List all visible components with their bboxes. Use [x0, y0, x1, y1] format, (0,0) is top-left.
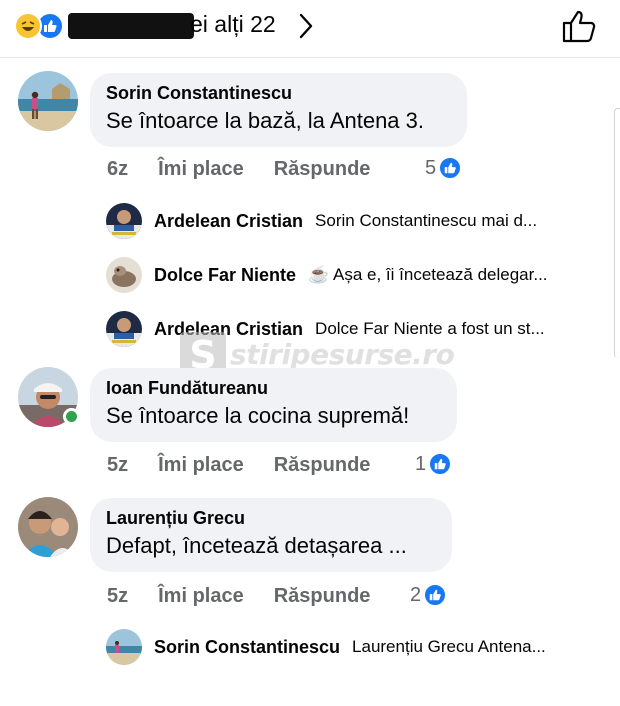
reply-preview[interactable]: Dolce Far Niente ☕ Așa e, îi încetează d… — [106, 255, 606, 295]
reaction-count[interactable]: 1 — [415, 452, 453, 476]
haha-icon — [14, 12, 42, 40]
comment-text: Se întoarce la cocina supremă! — [106, 403, 410, 428]
avatar[interactable] — [106, 629, 142, 665]
redacted-names — [68, 13, 194, 39]
like-button[interactable]: Îmi place — [158, 454, 244, 477]
reply-button[interactable]: Răspunde — [274, 158, 371, 181]
comment-bubble[interactable]: Sorin Constantinescu Se întoarce la bază… — [90, 73, 467, 147]
comment-bubble[interactable]: Ioan Fundătureanu Se întoarce la cocina … — [90, 368, 457, 442]
like-post-icon[interactable] — [560, 8, 600, 49]
reaction-icons — [14, 12, 64, 40]
reaction-count[interactable]: 5 — [425, 156, 463, 180]
avatar[interactable] — [106, 203, 142, 239]
reply-button[interactable]: Răspunde — [274, 454, 371, 477]
like-icon — [438, 156, 463, 180]
comment-actions: 5z Îmi place Răspunde — [107, 454, 400, 477]
comment-bubble[interactable]: Laurențiu Grecu Defapt, încetează detașa… — [90, 498, 452, 572]
reaction-count[interactable]: 2 — [410, 583, 448, 607]
reply-button[interactable]: Răspunde — [274, 585, 371, 608]
comment-author[interactable]: Ioan Fundătureanu — [106, 378, 441, 399]
like-button[interactable]: Îmi place — [158, 158, 244, 181]
like-button[interactable]: Îmi place — [158, 585, 244, 608]
reply-author[interactable]: Ardelean Cristian — [154, 211, 303, 232]
comment-text: Se întoarce la bază, la Antena 3. — [106, 108, 425, 133]
reply-author[interactable]: Sorin Constantinescu — [154, 637, 340, 658]
reply-author[interactable]: Dolce Far Niente — [154, 265, 296, 286]
reply-text: Laurențiu Grecu Antena... — [352, 637, 546, 656]
comment-text: Defapt, încetează detașarea ... — [106, 533, 407, 558]
avatar[interactable] — [18, 497, 78, 557]
avatar[interactable] — [106, 311, 142, 347]
scrollbar[interactable] — [614, 108, 620, 358]
reactions-bar[interactable]: ei alți 22 — [0, 0, 620, 58]
online-status-dot — [63, 408, 80, 425]
reaction-count-number: 2 — [410, 583, 422, 606]
watermark-text: stiripesurse.ro — [230, 338, 455, 371]
comment-time[interactable]: 6z — [107, 158, 128, 181]
reply-preview[interactable]: Sorin Constantinescu Laurențiu Grecu Ant… — [106, 627, 606, 667]
comment-time[interactable]: 5z — [107, 585, 128, 608]
chevron-right-icon[interactable] — [296, 12, 316, 45]
reply-text: ☕ Așa e, îi încetează delegar... — [308, 265, 548, 284]
comment-actions: 5z Îmi place Răspunde — [107, 585, 400, 608]
avatar[interactable] — [18, 71, 78, 131]
like-icon — [428, 452, 453, 476]
others-count-text[interactable]: ei alți 22 — [190, 11, 276, 38]
reaction-count-number: 1 — [415, 452, 427, 475]
comment-time[interactable]: 5z — [107, 454, 128, 477]
reaction-count-number: 5 — [425, 156, 437, 179]
avatar[interactable] — [106, 257, 142, 293]
comment-actions: 6z Îmi place Răspunde — [107, 158, 400, 181]
reply-text: Sorin Constantinescu mai d... — [315, 211, 538, 230]
reply-preview[interactable]: Ardelean Cristian Sorin Constantinescu m… — [106, 201, 606, 241]
like-icon — [423, 583, 448, 607]
comment-author[interactable]: Sorin Constantinescu — [106, 83, 451, 104]
comment-author[interactable]: Laurențiu Grecu — [106, 508, 436, 529]
